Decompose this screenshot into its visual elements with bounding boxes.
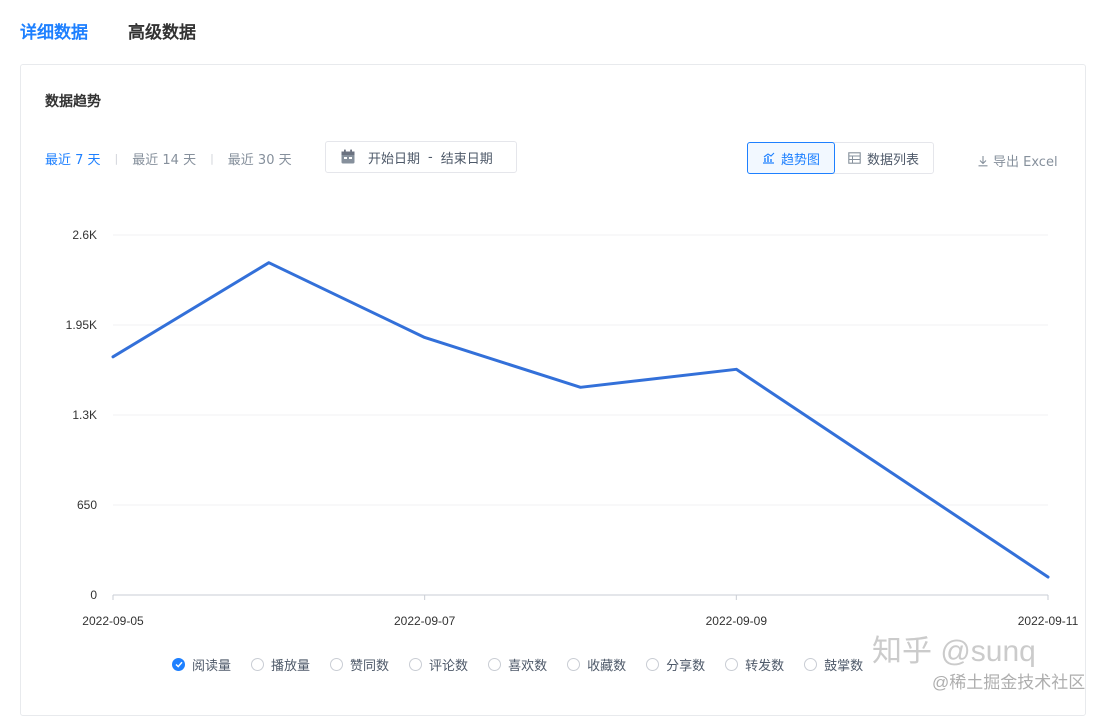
legend-label: 阅读量 — [192, 659, 232, 674]
unchecked-circle-icon — [409, 658, 423, 671]
legend-item[interactable]: 收藏数 — [567, 655, 626, 674]
x-tick-label: 2022-09-09 — [706, 614, 768, 628]
legend-label: 评论数 — [429, 659, 469, 674]
zhihu-watermark: 知乎 @sunq — [872, 635, 1036, 668]
unchecked-circle-icon — [804, 658, 818, 671]
legend-item[interactable]: 评论数 — [409, 655, 468, 674]
unchecked-circle-icon — [725, 658, 739, 671]
unchecked-circle-icon — [330, 658, 344, 671]
unchecked-circle-icon — [488, 658, 502, 671]
legend-label: 转发数 — [745, 659, 785, 674]
checked-circle-icon — [172, 658, 185, 671]
legend-item[interactable]: 分享数 — [646, 655, 705, 674]
metric-legend: 阅读量 播放量 赞同数 评论数 喜欢数 收藏数 分享数 转发数 鼓掌数 — [172, 655, 883, 674]
legend-label: 鼓掌数 — [824, 659, 864, 674]
legend-item[interactable]: 播放量 — [251, 655, 310, 674]
series-line — [111, 261, 1050, 579]
legend-item[interactable]: 转发数 — [725, 655, 784, 674]
y-tick-label: 0 — [90, 588, 97, 602]
y-tick-label: 1.95K — [66, 318, 97, 332]
legend-label: 分享数 — [666, 659, 706, 674]
legend-item[interactable]: 鼓掌数 — [804, 655, 863, 674]
juejin-watermark: @稀土掘金技术社区 — [932, 673, 1086, 692]
unchecked-circle-icon — [567, 658, 581, 671]
trend-line-chart: 0 650 1.3K 1.95K 2.6K 2022-09-05 2022-09-07 202… — [66, 228, 1079, 628]
legend-item[interactable]: 赞同数 — [330, 655, 389, 674]
y-tick-label: 2.6K — [72, 228, 97, 242]
x-tick-label: 2022-09-05 — [82, 614, 144, 628]
y-tick-label: 1.3K — [72, 408, 97, 422]
unchecked-circle-icon — [646, 658, 660, 671]
x-tick-label: 2022-09-07 — [394, 614, 456, 628]
unchecked-circle-icon — [251, 658, 265, 671]
legend-item[interactable]: 喜欢数 — [488, 655, 547, 674]
y-tick-label: 650 — [77, 498, 97, 512]
legend-item[interactable]: 阅读量 — [172, 655, 231, 674]
legend-label: 播放量 — [271, 659, 311, 674]
legend-label: 喜欢数 — [508, 659, 548, 674]
legend-label: 收藏数 — [587, 659, 627, 674]
legend-label: 赞同数 — [350, 659, 390, 674]
